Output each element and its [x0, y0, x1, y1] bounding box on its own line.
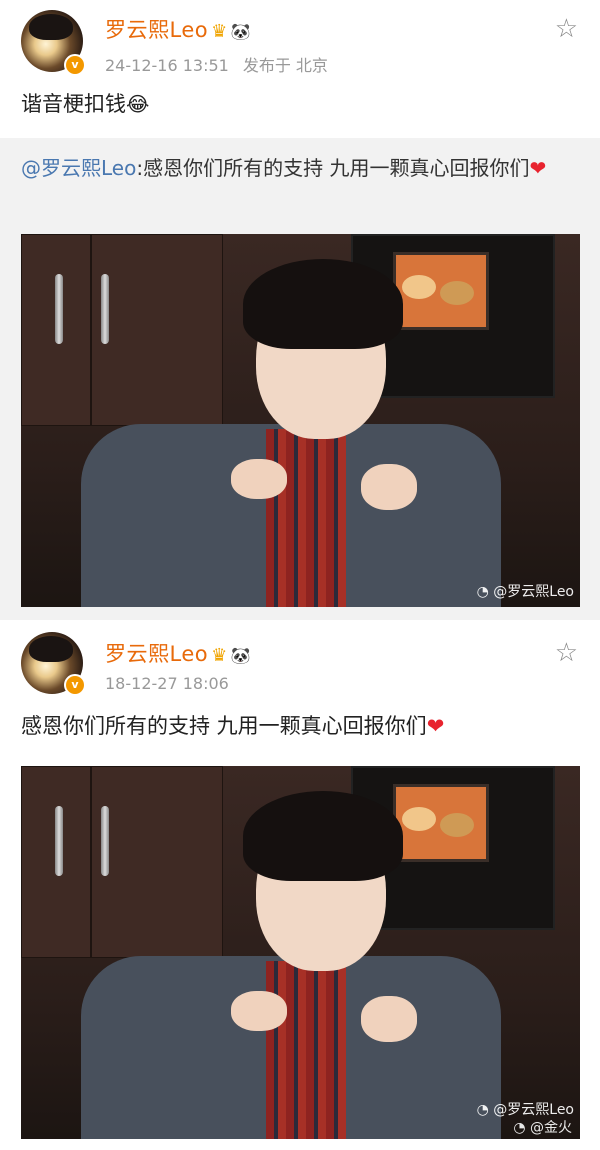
cabinet-handle: [101, 274, 109, 344]
cabinet-handle: [55, 806, 63, 876]
cabinet-door: [91, 766, 223, 958]
repost-card[interactable]: @罗云熙Leo:感恩你们所有的支持 九用一颗真心回报你们❤ ◔ @罗云熙Leo: [0, 138, 600, 620]
verified-badge: v: [64, 674, 86, 696]
post-meta: 18-12-27 18:06: [105, 674, 243, 693]
panda-icon: 🐼: [230, 22, 252, 41]
repost-body: :感恩你们所有的支持 九用一颗真心回报你们: [136, 156, 530, 180]
post-text-content: 感恩你们所有的支持 九用一颗真心回报你们: [21, 714, 427, 738]
username[interactable]: 罗云熙Leo: [105, 18, 208, 42]
weibo-post-1: v 罗云熙Leo ♛ 🐼 24-12-16 13:51 发布于 北京 ☆ 谐音梗扣钱😂…: [0, 0, 600, 620]
cabinet-handle: [101, 806, 109, 876]
microwave-screen: [393, 784, 489, 862]
hand-left: [231, 459, 287, 499]
weibo-post-2: v 罗云熙Leo ♛ 🐼 18-12-27 18:06 ☆ 感恩你们所有的支持 九用…: [0, 624, 600, 1150]
repost-photo[interactable]: ◔ @罗云熙Leo: [21, 234, 580, 607]
star-icon[interactable]: ☆: [555, 638, 578, 668]
post-photo[interactable]: ◔ @罗云熙Leo ◔ @金火: [21, 766, 580, 1139]
username-row[interactable]: 罗云熙Leo ♛ 🐼: [105, 638, 251, 668]
laughing-emoji: 😂: [126, 92, 150, 116]
photo-watermark: ◔ @罗云熙Leo: [476, 1102, 574, 1118]
panda-icon: 🐼: [230, 646, 252, 665]
post-text-content: 谐音梗扣钱: [21, 92, 126, 116]
post-meta: 24-12-16 13:51 发布于 北京: [105, 52, 342, 76]
post-time: 24-12-16 13:51: [105, 56, 229, 75]
repost-mention[interactable]: @罗云熙Leo: [21, 156, 136, 180]
username[interactable]: 罗云熙Leo: [105, 642, 208, 666]
heart-emoji: ❤: [426, 714, 445, 738]
crown-icon: ♛: [211, 645, 228, 666]
cabinet-handle: [55, 274, 63, 344]
bottom-watermark: ◔ @金火: [513, 1120, 572, 1136]
heart-emoji: ❤: [529, 156, 547, 180]
plaid-shirt: [266, 429, 346, 607]
hand-right: [361, 464, 417, 510]
photo-watermark: ◔ @罗云熙Leo: [476, 584, 574, 600]
username-row[interactable]: 罗云熙Leo ♛ 🐼: [105, 14, 251, 44]
repost-text: @罗云熙Leo:感恩你们所有的支持 九用一颗真心回报你们❤: [21, 153, 581, 183]
post-source: 发布于 北京: [242, 56, 328, 75]
microwave-screen: [393, 252, 489, 330]
post-text: 谐音梗扣钱😂: [21, 88, 149, 118]
crown-icon: ♛: [211, 21, 228, 42]
post-time: 18-12-27 18:06: [105, 674, 229, 693]
plaid-shirt: [266, 961, 346, 1139]
hand-right: [361, 996, 417, 1042]
hair: [243, 791, 403, 881]
star-icon[interactable]: ☆: [555, 14, 578, 44]
post-text: 感恩你们所有的支持 九用一颗真心回报你们❤: [21, 710, 444, 740]
hair: [243, 259, 403, 349]
verified-badge: v: [64, 54, 86, 76]
hand-left: [231, 991, 287, 1031]
cabinet-door: [91, 234, 223, 426]
